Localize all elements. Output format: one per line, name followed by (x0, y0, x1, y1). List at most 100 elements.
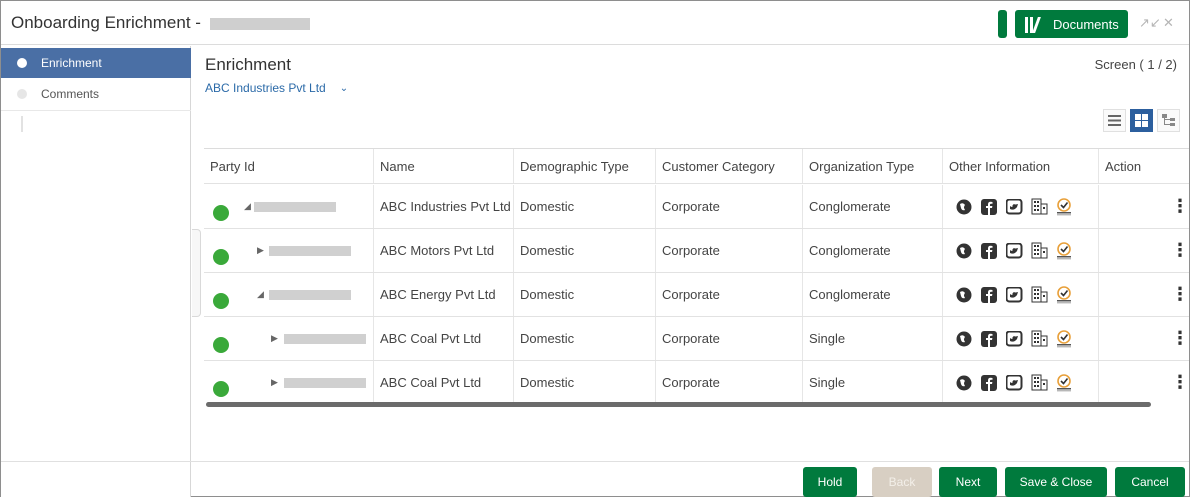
library-icon (1023, 15, 1045, 33)
redacted-application-id (209, 17, 310, 30)
column-header-party-id[interactable]: Party Id (204, 149, 374, 183)
building-icon[interactable] (1030, 198, 1048, 216)
table-row[interactable]: ▶ ABC Motors Pvt Ltd Domestic Corporate Cong… (204, 229, 1189, 273)
column-header-other-information[interactable]: Other Information (943, 149, 1099, 183)
kebab-menu-icon[interactable]: ⋮ (1171, 196, 1189, 217)
redacted-party-id (284, 378, 366, 388)
building-icon[interactable] (1030, 330, 1048, 348)
redacted-party-id (284, 334, 366, 344)
action-cell: ⋮ (1099, 273, 1189, 316)
documents-label: Documents (1053, 16, 1119, 32)
chevron-down-icon: ⌄ (339, 82, 349, 94)
documents-side-tab[interactable] (998, 10, 1007, 38)
expand-caret-icon[interactable]: ▶ (271, 377, 278, 388)
organization-type-cell: Single (803, 317, 943, 360)
table-row[interactable]: ▶ ABC Coal Pvt Ltd Domestic Corporate Single… (204, 317, 1189, 361)
kebab-menu-icon[interactable]: ⋮ (1171, 372, 1189, 393)
facebook-icon[interactable] (980, 286, 998, 304)
tree-view-button[interactable] (1157, 109, 1180, 132)
kebab-menu-icon[interactable]: ⋮ (1171, 328, 1189, 349)
column-header-name[interactable]: Name (374, 149, 514, 183)
cancel-button[interactable]: Cancel (1115, 467, 1185, 497)
sidebar-divider (1, 110, 191, 111)
globe-icon[interactable] (955, 374, 973, 392)
action-cell: ⋮ (1099, 317, 1189, 360)
facebook-icon[interactable] (980, 374, 998, 392)
facebook-icon[interactable] (980, 242, 998, 260)
other-information-cell (943, 273, 1099, 316)
twitter-icon[interactable] (1005, 374, 1023, 392)
organization-type-cell: Conglomerate (803, 185, 943, 228)
collapse-caret-icon[interactable]: ◢ (257, 289, 264, 300)
party-id-cell: ▶ (204, 361, 374, 403)
rating-icon[interactable] (1055, 373, 1073, 392)
company-selector[interactable]: ABC Industries Pvt Ltd ⌄ (205, 81, 348, 95)
twitter-icon[interactable] (1005, 330, 1023, 348)
organization-type-cell: Conglomerate (803, 273, 943, 316)
column-header-customer-category[interactable]: Customer Category (656, 149, 803, 183)
party-id-cell: ▶ (204, 229, 374, 272)
twitter-icon[interactable] (1005, 242, 1023, 260)
column-header-organization-type[interactable]: Organization Type (803, 149, 943, 183)
table-row[interactable]: ◢ ABC Industries Pvt Ltd Domestic Corporate… (204, 185, 1189, 229)
save-close-button[interactable]: Save & Close (1005, 467, 1107, 497)
sidebar-resize-handle[interactable] (192, 229, 201, 317)
customer-category-cell: Corporate (656, 229, 803, 272)
close-icon[interactable]: ✕ (1163, 15, 1174, 31)
next-button[interactable]: Next (939, 467, 997, 497)
organization-type-cell: Conglomerate (803, 229, 943, 272)
table-row[interactable]: ▶ ABC Coal Pvt Ltd Domestic Corporate Single… (204, 361, 1189, 403)
table-header-row: Party Id Name Demographic Type Customer … (204, 149, 1189, 184)
tree-view-icon (1161, 114, 1175, 126)
facebook-icon[interactable] (980, 198, 998, 216)
minimize-icon[interactable]: ↗↙ (1139, 15, 1161, 31)
building-icon[interactable] (1030, 374, 1048, 392)
info-icon-group (949, 197, 1073, 216)
globe-icon[interactable] (955, 330, 973, 348)
redacted-party-id (254, 202, 336, 212)
twitter-icon[interactable] (1005, 286, 1023, 304)
list-view-button[interactable] (1103, 109, 1126, 132)
twitter-icon[interactable] (1005, 198, 1023, 216)
rating-icon[interactable] (1055, 197, 1073, 216)
sidebar-item-enrichment[interactable]: Enrichment (1, 48, 191, 78)
globe-icon[interactable] (955, 242, 973, 260)
horizontal-scrollbar[interactable] (206, 402, 1151, 407)
expand-caret-icon[interactable]: ▶ (257, 245, 264, 256)
status-indicator-icon (213, 381, 229, 397)
collapse-caret-icon[interactable]: ◢ (244, 201, 251, 212)
rating-icon[interactable] (1055, 329, 1073, 348)
back-button[interactable]: Back (872, 467, 932, 497)
action-cell: ⋮ (1099, 229, 1189, 272)
sidebar: Enrichment Comments (1, 46, 191, 497)
hold-button[interactable]: Hold (803, 467, 857, 497)
rating-icon[interactable] (1055, 241, 1073, 260)
building-icon[interactable] (1030, 242, 1048, 260)
grid-view-icon (1135, 114, 1148, 127)
globe-icon[interactable] (955, 286, 973, 304)
status-indicator-icon (213, 337, 229, 353)
facebook-icon[interactable] (980, 330, 998, 348)
sidebar-item-comments[interactable]: Comments (1, 79, 191, 109)
organization-type-cell: Single (803, 361, 943, 403)
step-connector (21, 116, 23, 132)
screen-counter: Screen ( 1 / 2) (1094, 57, 1177, 72)
column-header-action[interactable]: Action (1099, 149, 1189, 183)
table-row[interactable]: ◢ ABC Energy Pvt Ltd Domestic Corporate Cong… (204, 273, 1189, 317)
column-header-demographic-type[interactable]: Demographic Type (514, 149, 656, 183)
status-indicator-icon (213, 293, 229, 309)
globe-icon[interactable] (955, 198, 973, 216)
rating-icon[interactable] (1055, 285, 1073, 304)
documents-button[interactable]: Documents (1015, 10, 1128, 38)
other-information-cell (943, 317, 1099, 360)
expand-caret-icon[interactable]: ▶ (271, 333, 278, 344)
customer-category-cell: Corporate (656, 273, 803, 316)
building-icon[interactable] (1030, 286, 1048, 304)
kebab-menu-icon[interactable]: ⋮ (1171, 240, 1189, 261)
page-title: Enrichment (205, 55, 291, 74)
info-icon-group (949, 241, 1073, 260)
step-active-icon (17, 58, 27, 68)
demographic-type-cell: Domestic (514, 229, 656, 272)
grid-view-button[interactable] (1130, 109, 1153, 132)
kebab-menu-icon[interactable]: ⋮ (1171, 284, 1189, 305)
